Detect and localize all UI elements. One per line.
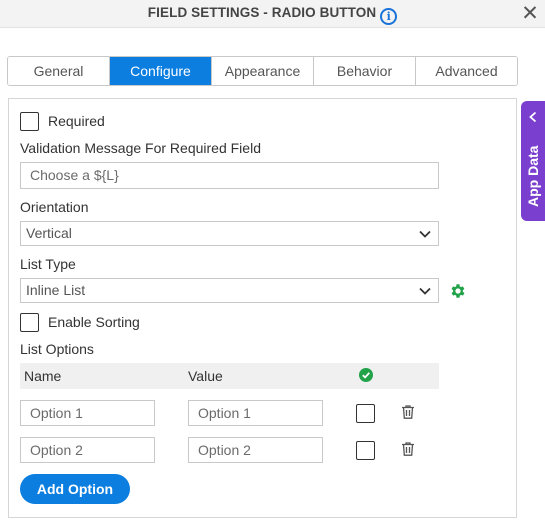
option-default-checkbox[interactable] [356,441,375,460]
orientation-select[interactable]: Vertical [20,221,439,246]
list-type-label: List Type [20,256,76,272]
option-default-checkbox[interactable] [356,404,375,423]
trash-icon[interactable] [400,441,416,457]
option-value-input[interactable]: Option 1 [188,400,323,426]
check-circle-icon [359,368,373,382]
column-header-value: Value [188,368,223,384]
dialog-title: FIELD SETTINGS - RADIO BUTTON i [0,5,545,25]
enable-sorting-label: Enable Sorting [48,314,140,330]
option-name-input[interactable]: Option 1 [20,400,155,426]
tab-advanced[interactable]: Advanced [416,57,517,85]
add-option-button[interactable]: Add Option [20,474,130,504]
tab-configure[interactable]: Configure [110,57,212,85]
tab-behavior[interactable]: Behavior [314,57,416,85]
chevron-left-icon [529,111,537,123]
close-icon[interactable]: ✕ [519,3,541,25]
list-type-value: Inline List [26,282,86,298]
dialog-header: FIELD SETTINGS - RADIO BUTTON i ✕ [0,0,545,28]
required-checkbox[interactable] [20,112,39,131]
orientation-value: Vertical [26,225,72,241]
app-data-label: App Data [525,145,541,207]
tab-general[interactable]: General [8,57,110,85]
orientation-label: Orientation [20,199,89,215]
column-header-name: Name [24,368,62,384]
list-type-select[interactable]: Inline List [20,278,439,303]
settings-tabs: General Configure Appearance Behavior Ad… [7,56,518,86]
gear-icon[interactable] [449,282,467,300]
dialog-title-text: FIELD SETTINGS - RADIO BUTTON [147,5,377,20]
list-options-label: List Options [20,341,94,357]
tab-appearance[interactable]: Appearance [212,57,314,85]
validation-message-label: Validation Message For Required Field [20,140,261,156]
validation-message-input[interactable]: Choose a ${L} [20,162,439,189]
chevron-down-icon [419,230,431,238]
enable-sorting-checkbox[interactable] [20,313,39,332]
options-grid-header: Name Value [20,363,439,389]
option-name-input[interactable]: Option 2 [20,437,155,463]
info-icon[interactable]: i [380,8,398,25]
required-label: Required [48,113,105,129]
app-data-panel-toggle[interactable]: App Data [521,101,545,221]
trash-icon[interactable] [400,404,416,420]
chevron-down-icon [419,287,431,295]
option-value-input[interactable]: Option 2 [188,437,323,463]
